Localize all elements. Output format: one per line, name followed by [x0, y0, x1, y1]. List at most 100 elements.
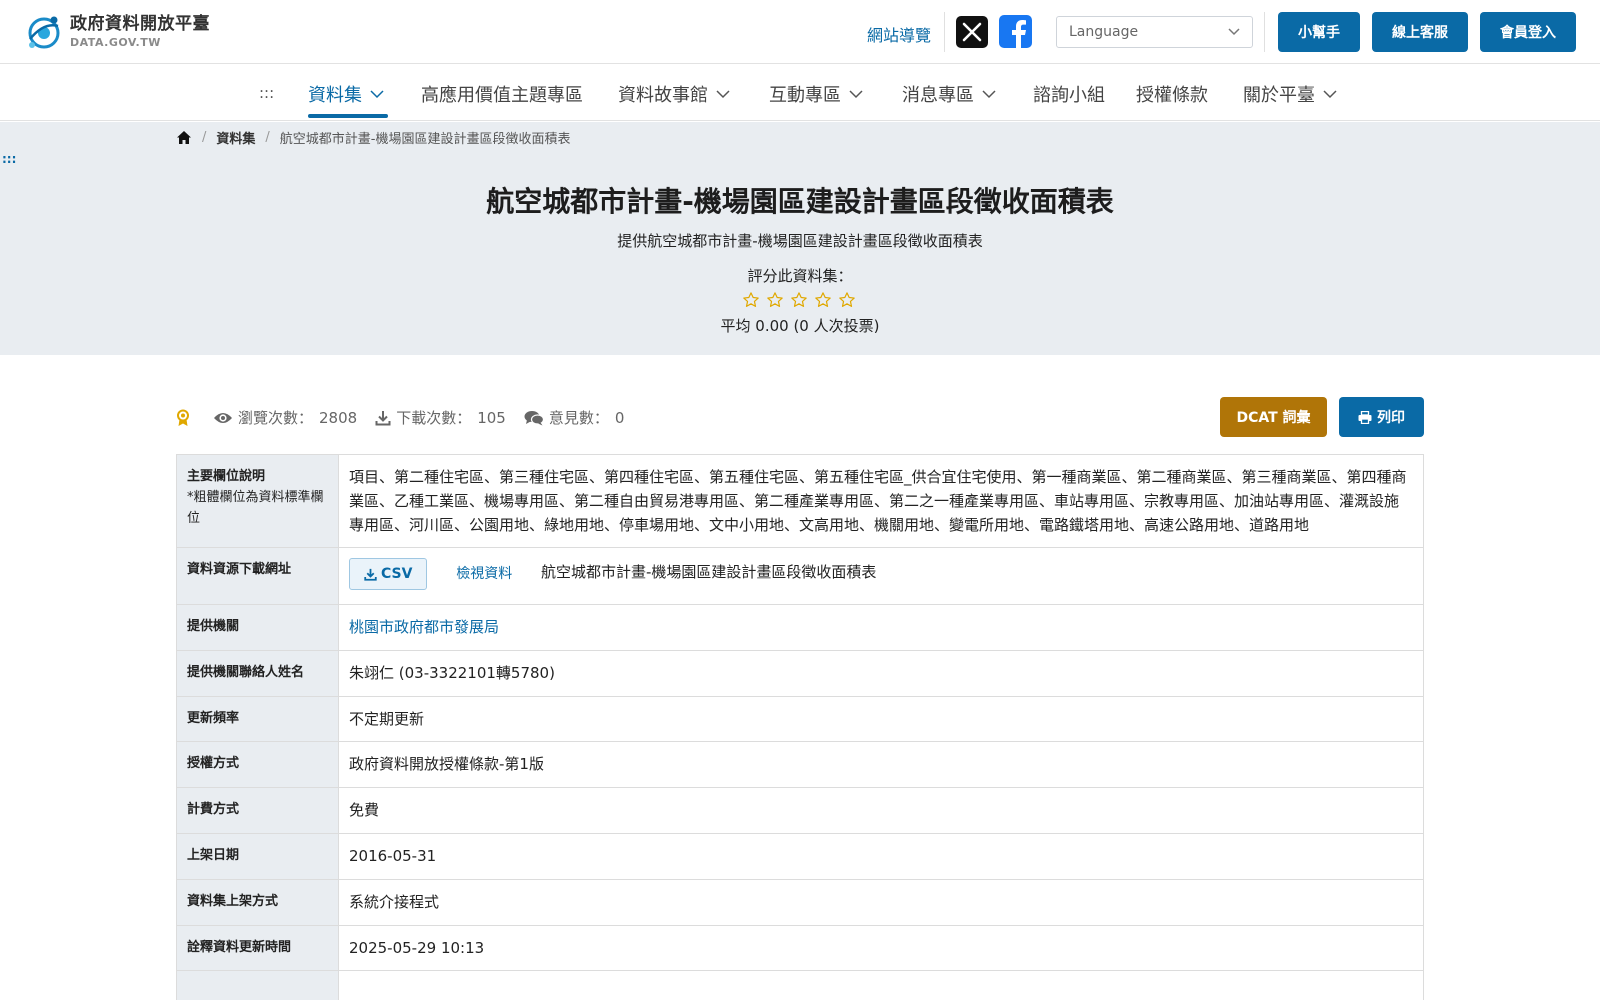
dataset-metadata-table: 主要欄位說明 *粗體欄位為資料標準欄位 項目、第二種住宅區、第三種住宅區、第四種…	[176, 454, 1424, 1000]
downloads-stat: 下載次數： 105	[375, 407, 506, 428]
nav-item-high-value[interactable]: 高應用價值主題專區	[421, 81, 583, 107]
main-nav: ::: 資料集 高應用價值主題專區 資料故事館 互動專區 消息專區 諮詢小組 授…	[0, 64, 1600, 121]
download-icon	[375, 410, 391, 425]
table-row: 詮釋資料更新時間 2025-05-29 10:13	[177, 925, 1423, 972]
contact-value: 朱翊仁 (03-3322101轉5780)	[338, 650, 1423, 696]
member-login-button[interactable]: 會員登入	[1480, 12, 1576, 52]
facebook-icon[interactable]	[999, 15, 1032, 48]
nav-item-label: 資料集	[308, 85, 362, 106]
star-icon[interactable]	[763, 290, 787, 310]
table-row: 提供機關 桃園市政府都市發展局	[177, 605, 1423, 651]
nav-item-label: 資料故事館	[618, 85, 708, 106]
site-map-link[interactable]: 網站導覽	[867, 22, 931, 46]
frequency-value: 不定期更新	[338, 696, 1423, 742]
nav-item-license[interactable]: 授權條款	[1136, 81, 1208, 107]
dataset-description: 提供航空城都市計畫-機場園區建設計畫區段徵收面積表	[617, 232, 983, 250]
row-label: 詮釋資料更新時間	[177, 925, 338, 971]
chevron-down-icon	[370, 89, 384, 98]
nav-skip-dots[interactable]: :::	[259, 84, 274, 102]
metadata-updated-value: 2025-05-29 10:13	[338, 925, 1423, 971]
nav-item-advisory[interactable]: 諮詢小組	[1033, 81, 1105, 107]
print-button[interactable]: 列印	[1339, 397, 1424, 437]
row-label: 更新頻率	[177, 696, 338, 742]
fields-note: *粗體欄位為資料標準欄位	[187, 489, 324, 526]
divider	[944, 12, 945, 52]
views-stat: 瀏覽次數： 2808	[213, 407, 357, 428]
views-label: 瀏覽次數：	[238, 409, 314, 427]
star-icon[interactable]	[835, 290, 859, 310]
agency-link[interactable]: 桃園市政府都市發展局	[338, 605, 1423, 650]
badge-stat	[176, 409, 195, 427]
publish-method-value: 系統介接程式	[338, 879, 1423, 925]
star-icon[interactable]	[739, 290, 763, 310]
nav-item-label: 授權條款	[1136, 85, 1208, 106]
fields-key: 主要欄位說明	[187, 469, 266, 484]
nav-item-datasets[interactable]: 資料集	[308, 81, 384, 107]
rating-label: 評分此資料集：	[747, 267, 853, 285]
row-value	[338, 971, 1423, 1000]
csv-download-button[interactable]: CSV	[349, 558, 428, 590]
fee-value: 免費	[338, 788, 1423, 833]
site-header: 政府資料開放平臺 DATA.GOV.TW 網站導覽 Language 小幫手 線…	[0, 0, 1600, 64]
table-row: 計費方式 免費	[177, 788, 1423, 834]
chevron-down-icon	[716, 89, 730, 98]
view-data-link[interactable]: 檢視資料	[456, 562, 512, 586]
breadcrumb-current: 航空城都市計畫-機場園區建設計畫區段徵收面積表	[279, 132, 571, 147]
breadcrumb-separator: /	[202, 130, 207, 145]
download-value: CSV 檢視資料 航空城都市計畫-機場園區建設計畫區段徵收面積表	[338, 548, 1423, 604]
dataset-stats: 瀏覽次數： 2808 下載次數： 105 意見數： 0	[176, 407, 642, 428]
table-row: 資料集上架方式 系統介接程式	[177, 879, 1423, 926]
nav-item-label: 關於平臺	[1243, 85, 1315, 106]
comments-label: 意見數：	[548, 409, 609, 427]
chevron-down-icon	[1228, 28, 1240, 36]
table-row: 提供機關聯絡人姓名 朱翊仁 (03-3322101轉5780)	[177, 650, 1423, 697]
dataset-hero: / 資料集 / 航空城都市計畫-機場園區建設計畫區段徵收面積表 ::: 航空城都…	[0, 122, 1600, 355]
site-logo[interactable]: 政府資料開放平臺 DATA.GOV.TW	[24, 12, 210, 52]
helper-button[interactable]: 小幫手	[1278, 12, 1360, 52]
nav-item-about[interactable]: 關於平臺	[1243, 81, 1337, 107]
dcat-vocabulary-button[interactable]: DCAT 詞彙	[1220, 397, 1327, 437]
online-service-button[interactable]: 線上客服	[1372, 12, 1468, 52]
table-row	[177, 971, 1423, 1000]
table-row: 資料資源下載網址 CSV 檢視資料 航空城都市計畫-機場園區建設計畫區段徵收面積…	[177, 548, 1423, 605]
downloads-label: 下載次數：	[396, 409, 472, 427]
resource-name: 航空城都市計畫-機場園區建設計畫區段徵收面積表	[541, 563, 877, 581]
nav-item-interactive[interactable]: 互動專區	[769, 81, 863, 107]
star-icon[interactable]	[811, 290, 835, 310]
nav-item-label: 消息專區	[902, 85, 974, 106]
breadcrumb: / 資料集 / 航空城都市計畫-機場園區建設計畫區段徵收面積表	[176, 128, 571, 147]
downloads-count: 105	[477, 408, 506, 427]
download-icon	[364, 568, 377, 581]
comments-count: 0	[614, 408, 625, 427]
home-icon[interactable]	[176, 130, 192, 145]
print-label: 列印	[1377, 410, 1405, 426]
chevron-down-icon	[1323, 89, 1337, 98]
printer-icon	[1358, 410, 1372, 424]
table-row: 主要欄位說明 *粗體欄位為資料標準欄位 項目、第二種住宅區、第三種住宅區、第四種…	[177, 455, 1423, 548]
x-twitter-icon[interactable]	[956, 16, 988, 48]
row-label: 授權方式	[177, 742, 338, 788]
row-label	[177, 971, 338, 1000]
breadcrumb-separator: /	[265, 130, 270, 145]
logo-title: 政府資料開放平臺	[70, 14, 210, 34]
award-icon	[177, 409, 189, 426]
row-label: 上架日期	[177, 833, 338, 879]
table-row: 更新頻率 不定期更新	[177, 696, 1423, 743]
language-select-value: Language	[1069, 24, 1139, 40]
table-row: 授權方式 政府資料開放授權條款-第1版	[177, 742, 1423, 789]
nav-active-indicator	[308, 114, 388, 118]
accesskey-dots[interactable]: :::	[2, 152, 16, 166]
language-select[interactable]: Language	[1056, 16, 1253, 48]
rating-stars	[739, 290, 859, 310]
logo-subtitle: DATA.GOV.TW	[70, 36, 161, 49]
star-icon[interactable]	[787, 290, 811, 310]
fields-value: 項目、第二種住宅區、第三種住宅區、第四種住宅區、第五種住宅區、第五種住宅區_供合…	[338, 455, 1423, 547]
csv-label: CSV	[381, 566, 413, 582]
nav-item-label: 諮詢小組	[1033, 85, 1105, 106]
nav-item-stories[interactable]: 資料故事館	[618, 81, 730, 107]
nav-item-news[interactable]: 消息專區	[902, 81, 996, 107]
row-label: 計費方式	[177, 788, 338, 833]
breadcrumb-datasets[interactable]: 資料集	[216, 128, 255, 147]
publish-date-value: 2016-05-31	[338, 833, 1423, 879]
license-value: 政府資料開放授權條款-第1版	[338, 742, 1423, 788]
